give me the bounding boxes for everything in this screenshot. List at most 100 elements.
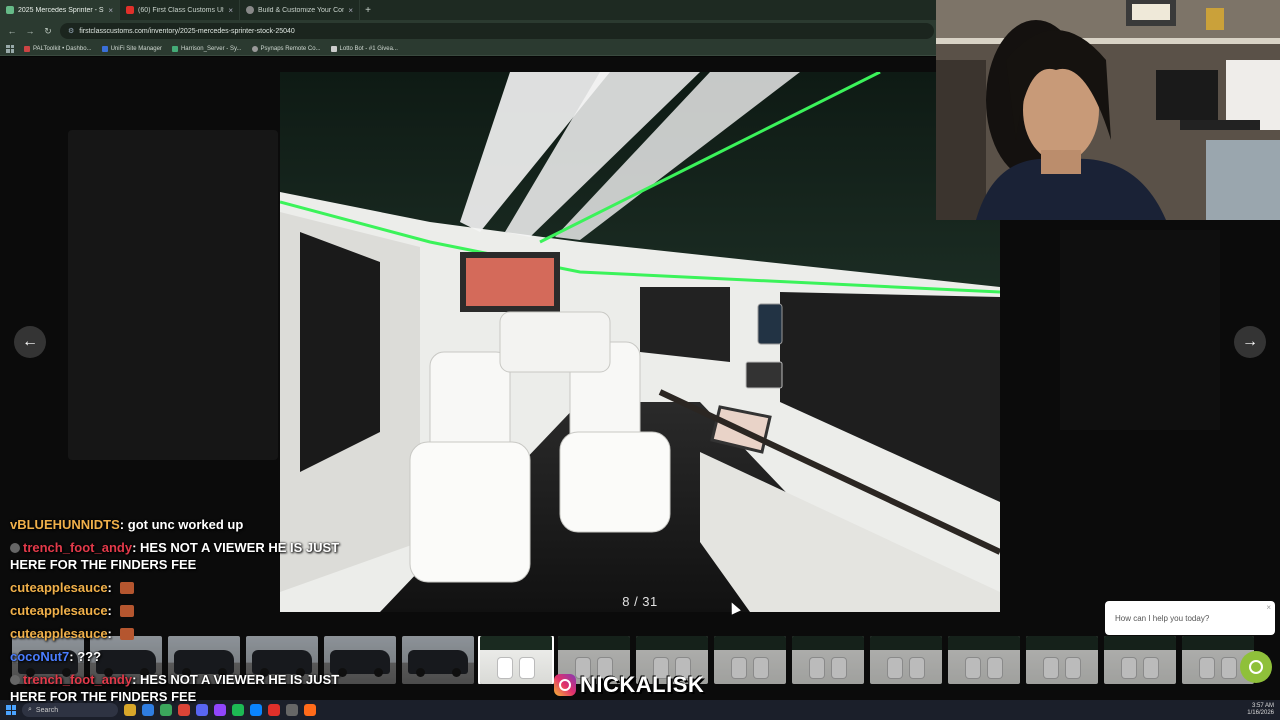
gallery-thumbnail[interactable] bbox=[948, 636, 1020, 684]
chat-message: cuteapplesauce: bbox=[10, 602, 340, 619]
bookmark-icon bbox=[101, 45, 108, 52]
chat-widget-button[interactable] bbox=[1240, 651, 1272, 683]
van-interior-thumb-image bbox=[1200, 658, 1214, 678]
tab-sprinter[interactable]: 2025 Mercedes Sprinter - Stock × bbox=[0, 0, 120, 20]
bookmark-icon bbox=[24, 45, 30, 52]
chat-username[interactable]: cuteapplesauce bbox=[10, 580, 108, 595]
bookmark-label: Lotto Bot - #1 Givea... bbox=[339, 45, 398, 52]
bookmark-item[interactable]: PALToolkit • Dashbo... bbox=[24, 45, 92, 52]
chat-message: trench_foot_andy: HES NOT A VIEWER HE IS… bbox=[10, 671, 340, 705]
van-interior-thumb-image bbox=[792, 636, 864, 650]
gallery-image bbox=[280, 72, 1000, 612]
chat-text: ??? bbox=[77, 649, 102, 664]
van-interior-thumb-image bbox=[1066, 658, 1080, 678]
mercedes-icon bbox=[246, 6, 254, 14]
van-interior-thumb-image bbox=[910, 658, 924, 678]
bookmark-item[interactable]: Harrison_Server - Sy... bbox=[171, 45, 242, 52]
tab-youtube[interactable]: (60) First Class Customs Ultima × bbox=[120, 0, 240, 20]
previous-image-button[interactable]: ← bbox=[14, 326, 46, 358]
chat-username[interactable]: cocoNut7 bbox=[10, 649, 69, 664]
van-interior-thumb-image bbox=[832, 658, 846, 678]
site-icon bbox=[6, 6, 14, 14]
close-icon[interactable]: × bbox=[108, 6, 113, 15]
van-interior-thumb-image bbox=[498, 658, 512, 678]
site-info-icon[interactable]: ⚙ bbox=[68, 27, 74, 35]
bookmark-label: UniFi Site Manager bbox=[110, 45, 162, 52]
forward-icon[interactable]: → bbox=[24, 26, 36, 36]
chat-message: vBLUEHUNNIDTS: got unc worked up bbox=[10, 516, 340, 533]
van-interior-thumb-image bbox=[1122, 658, 1136, 678]
url-field[interactable]: ⚙ firstclasscustoms.com/inventory/2025-m… bbox=[60, 23, 934, 39]
gallery-thumbnail[interactable] bbox=[870, 636, 942, 684]
chat-separator: : bbox=[107, 580, 116, 595]
next-image-button[interactable]: → bbox=[1234, 326, 1266, 358]
gallery-thumbnail[interactable] bbox=[792, 636, 864, 684]
background-page-content bbox=[68, 130, 278, 460]
instagram-icon bbox=[554, 674, 576, 696]
gallery-thumbnail[interactable] bbox=[478, 636, 554, 684]
gallery-thumbnail[interactable] bbox=[402, 636, 474, 684]
bookmark-label: Psynaps Remote Co... bbox=[260, 45, 321, 52]
van-interior-thumb-image bbox=[1104, 636, 1176, 650]
back-icon[interactable]: ← bbox=[6, 26, 18, 36]
image-counter: 8 / 31 bbox=[622, 594, 658, 609]
arrow-right-icon: → bbox=[1242, 333, 1258, 350]
gallery-thumbnail[interactable] bbox=[1026, 636, 1098, 684]
apps-icon[interactable] bbox=[6, 44, 14, 53]
bookmark-label: PALToolkit • Dashbo... bbox=[33, 45, 92, 52]
instagram-handle: NICKALISK bbox=[554, 672, 704, 698]
bookmark-item[interactable]: Lotto Bot - #1 Givea... bbox=[330, 45, 398, 52]
van-interior-photo bbox=[280, 72, 1000, 612]
close-icon[interactable]: × bbox=[348, 6, 353, 15]
chat-separator: : bbox=[69, 649, 78, 664]
chat-message: cocoNut7: ??? bbox=[10, 648, 340, 665]
tab-title: (60) First Class Customs Ultima bbox=[138, 6, 224, 14]
van-interior-thumb-image bbox=[966, 658, 980, 678]
reload-icon[interactable]: ↻ bbox=[42, 26, 54, 37]
chat-emote-icon bbox=[119, 628, 134, 640]
chat-badge-icon bbox=[10, 675, 20, 685]
browser-tabbar: 2025 Mercedes Sprinter - Stock × (60) Fi… bbox=[0, 0, 940, 20]
bookmark-icon bbox=[330, 45, 337, 52]
chat-widget-prompt[interactable]: How can I help you today? × bbox=[1105, 601, 1275, 635]
url-text: firstclasscustoms.com/inventory/2025-mer… bbox=[79, 27, 295, 35]
chat-username[interactable]: trench_foot_andy bbox=[23, 540, 132, 555]
van-interior-thumb-image bbox=[1222, 658, 1236, 678]
tab-title: 2025 Mercedes Sprinter - Stock bbox=[18, 6, 104, 14]
chat-username[interactable]: vBLUEHUNNIDTS bbox=[10, 517, 120, 532]
van-interior-thumb-image bbox=[870, 636, 942, 650]
screen: 2025 Mercedes Sprinter - Stock × (60) Fi… bbox=[0, 0, 1280, 720]
chat-username[interactable]: trench_foot_andy bbox=[23, 672, 132, 687]
instagram-username: NICKALISK bbox=[580, 672, 705, 697]
van-interior-thumb-image bbox=[1044, 658, 1058, 678]
chat-username[interactable]: cuteapplesauce bbox=[10, 626, 108, 641]
stream-chat: vBLUEHUNNIDTS: got unc worked up trench_f… bbox=[10, 516, 340, 711]
chat-separator: : bbox=[132, 672, 141, 687]
chat-separator: : bbox=[107, 603, 116, 618]
van-interior-thumb-image bbox=[732, 658, 746, 678]
close-icon[interactable]: × bbox=[228, 6, 233, 15]
bookmark-icon bbox=[171, 45, 178, 52]
van-interior-thumb-image bbox=[520, 658, 534, 678]
gallery-thumbnail[interactable] bbox=[1104, 636, 1176, 684]
bookmark-item[interactable]: UniFi Site Manager bbox=[101, 45, 162, 52]
webcam-overlay bbox=[936, 0, 1280, 220]
van-interior-thumb-image bbox=[1182, 636, 1254, 650]
chat-badge-icon bbox=[10, 543, 20, 553]
chat-username[interactable]: cuteapplesauce bbox=[10, 603, 108, 618]
address-bar: ← → ↻ ⚙ firstclasscustoms.com/inventory/… bbox=[0, 20, 940, 42]
close-icon[interactable]: × bbox=[1266, 603, 1271, 612]
chat-emote-icon bbox=[119, 605, 134, 617]
tab-mercedes[interactable]: Build & Customize Your Comm × bbox=[240, 0, 360, 20]
chat-message: cuteapplesauce: bbox=[10, 625, 340, 642]
chat-separator: : bbox=[119, 517, 128, 532]
arrow-left-icon: ← bbox=[22, 333, 38, 350]
bookmark-item[interactable]: Psynaps Remote Co... bbox=[251, 45, 321, 52]
new-tab-button[interactable]: + bbox=[360, 5, 376, 16]
tab-title: Build & Customize Your Comm bbox=[258, 6, 345, 14]
van-interior-thumb-image bbox=[558, 636, 630, 650]
gallery-thumbnail[interactable] bbox=[714, 636, 786, 684]
system-clock[interactable]: 3:57 AM 1/16/2026 bbox=[1247, 703, 1274, 717]
chat-separator: : bbox=[107, 626, 116, 641]
clock-date: 1/16/2026 bbox=[1247, 710, 1274, 716]
